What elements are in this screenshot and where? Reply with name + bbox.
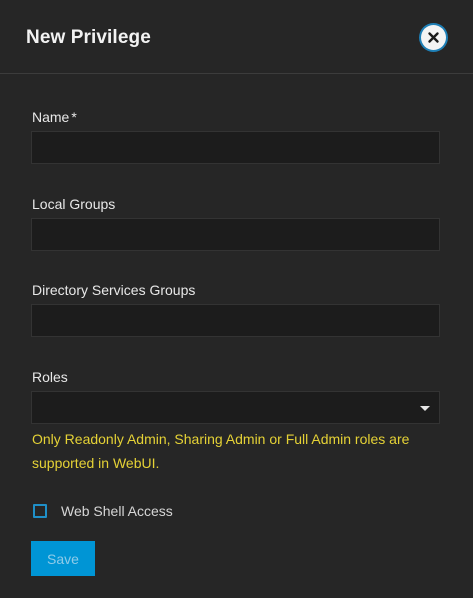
close-icon [428,32,439,43]
new-privilege-panel: New Privilege Name * Local Groups Directo… [0,0,473,598]
close-button[interactable] [421,25,446,50]
roles-hint: Only Readonly Admin, Sharing Admin or Fu… [32,431,410,471]
required-marker: * [71,109,77,125]
name-label: Name * [32,109,77,125]
directory-services-groups-label: Directory Services Groups [32,282,196,298]
dialog-title: New Privilege [26,27,151,48]
web-shell-access-checkbox[interactable] [33,504,47,518]
dropdown-arrow-icon [420,406,430,411]
roles-select[interactable] [31,391,440,424]
local-groups-input[interactable] [31,218,440,251]
web-shell-access-label[interactable]: Web Shell Access [61,503,173,519]
dialog-header: New Privilege [0,0,473,74]
save-button[interactable]: Save [31,541,95,576]
directory-services-groups-input[interactable] [31,304,440,337]
roles-label: Roles [32,369,68,385]
name-input[interactable] [31,131,440,164]
local-groups-label: Local Groups [32,196,116,212]
name-label-text: Name [32,109,70,125]
